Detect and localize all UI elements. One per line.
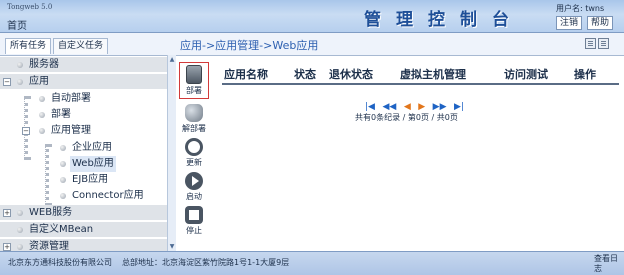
- refresh-button[interactable]: 更新: [179, 138, 209, 168]
- undeploy-label: 解部署: [182, 124, 206, 133]
- deploy-label: 部署: [186, 86, 202, 95]
- tree-item-ejb-app[interactable]: EJB应用: [0, 172, 167, 188]
- tree-item-deploy[interactable]: 部署: [0, 107, 167, 123]
- home-link[interactable]: 首页: [7, 17, 27, 32]
- deploy-button[interactable]: 部署: [179, 62, 209, 99]
- tree-item-connector-app[interactable]: Connector应用: [0, 188, 167, 204]
- node-bullet-icon: [39, 96, 45, 102]
- tree-item-label: Web应用: [70, 156, 116, 172]
- tree-item-web-service[interactable]: + WEB服务: [0, 205, 167, 221]
- undeploy-button[interactable]: 解部署: [179, 104, 209, 134]
- status-bar: 北京东方通科技股份有限公司 总部地址：北京海淀区紫竹院路1号1-1大厦9层 查看…: [0, 251, 624, 275]
- tree-item-auto-deploy[interactable]: 自动部署: [0, 91, 167, 107]
- user-label: 用户名:: [556, 4, 583, 13]
- tree-toggle[interactable]: [3, 61, 11, 69]
- column-header[interactable]: 操作: [574, 66, 596, 82]
- column-header[interactable]: 访问测试: [504, 66, 548, 82]
- task-tabs: 所有任务 自定义任务: [0, 34, 176, 55]
- user-info: 用户名: twns: [556, 3, 604, 14]
- tree-item-label: 自动部署: [51, 93, 91, 104]
- sidebar-scrollbar[interactable]: ▲ ▼: [167, 55, 176, 251]
- start-label: 启动: [186, 192, 202, 201]
- expand-icon[interactable]: +: [3, 209, 11, 217]
- node-bullet-icon: [60, 145, 66, 151]
- stop-label: 停止: [186, 226, 202, 235]
- column-header[interactable]: 状态: [294, 66, 316, 82]
- breadcrumb[interactable]: 应用->应用管理->Web应用: [180, 37, 318, 53]
- collapse-icon[interactable]: −: [3, 78, 11, 86]
- stop-icon: [185, 206, 203, 224]
- help-button[interactable]: 帮助: [587, 16, 614, 30]
- prev-page-icon[interactable]: ◀: [404, 102, 411, 112]
- start-icon: [185, 172, 203, 190]
- tree-item-label: WEB服务: [29, 207, 73, 218]
- refresh-icon: [185, 138, 203, 156]
- tree-item-label: 服务器: [29, 59, 59, 70]
- tree-item-label: 资源管理: [29, 241, 69, 251]
- undeploy-icon: [185, 104, 203, 122]
- company-address: 总部地址：北京海淀区紫竹院路1号1-1大厦9层: [122, 258, 290, 267]
- view-log-link[interactable]: 查看日志: [594, 254, 620, 274]
- node-bullet-icon: [17, 244, 23, 250]
- scroll-down-icon[interactable]: ▼: [168, 242, 176, 251]
- tree-item-label: EJB应用: [72, 174, 109, 185]
- user-name: twns: [585, 4, 605, 13]
- node-bullet-icon: [17, 79, 23, 85]
- tree-item-app-management[interactable]: − 应用管理: [0, 123, 167, 139]
- list-view-icon[interactable]: [598, 38, 609, 49]
- tree-item-app[interactable]: − 应用: [0, 74, 167, 90]
- first-page-icon[interactable]: |◀: [365, 102, 375, 112]
- last-page-icon[interactable]: ▶|: [454, 102, 464, 112]
- node-bullet-icon: [39, 128, 45, 134]
- next-fast-icon[interactable]: ▶▶: [433, 102, 447, 112]
- action-toolbar: 部署 解部署 更新 启动 停止: [176, 56, 212, 251]
- column-header[interactable]: 虚拟主机管理: [400, 66, 466, 82]
- node-bullet-icon: [60, 161, 66, 167]
- view-switcher: [583, 38, 609, 52]
- node-bullet-icon: [17, 62, 23, 68]
- brand-version: Tongweb 5.0: [7, 3, 53, 11]
- start-button[interactable]: 启动: [179, 172, 209, 202]
- node-bullet-icon: [17, 227, 23, 233]
- tree-item-label: 自定义MBean: [29, 224, 94, 235]
- company-name: 北京东方通科技股份有限公司: [8, 258, 112, 267]
- navigation-tree: 服务器 − 应用 自动部署 部署 − 应用管理 企业应用 Web应用 EJB应用…: [0, 55, 167, 251]
- logout-button[interactable]: 注销: [556, 16, 583, 30]
- collapse-icon[interactable]: −: [22, 127, 30, 135]
- next-page-icon[interactable]: ▶: [418, 102, 425, 112]
- tree-item-label: 应用管理: [51, 125, 91, 136]
- tree-item-label: 应用: [29, 76, 49, 87]
- tab-all-tasks[interactable]: 所有任务: [5, 38, 52, 54]
- pagination: |◀ ◀◀ ◀ ▶ ▶▶ ▶|: [363, 99, 466, 112]
- app-table-header: 应用名称 状态 退休状态 虚拟主机管理 访问测试 操作: [222, 63, 619, 85]
- tree-item-web-app[interactable]: Web应用: [0, 156, 167, 172]
- scroll-up-icon[interactable]: ▲: [168, 55, 176, 64]
- deploy-icon: [186, 65, 202, 84]
- tab-custom-tasks[interactable]: 自定义任务: [53, 38, 109, 54]
- page-title: 管理控制台: [364, 10, 524, 30]
- node-bullet-icon: [60, 177, 66, 183]
- pagination-info: 共有0条纪录 / 第0页 / 共0页: [355, 113, 458, 122]
- column-header[interactable]: 退休状态: [329, 66, 373, 82]
- tree-item-server[interactable]: 服务器: [0, 57, 167, 73]
- column-header[interactable]: 应用名称: [224, 66, 268, 82]
- node-bullet-icon: [60, 193, 66, 199]
- prev-fast-icon[interactable]: ◀◀: [382, 102, 396, 112]
- tree-item-enterprise-app[interactable]: 企业应用: [0, 140, 167, 156]
- tree-item-label: 企业应用: [72, 142, 112, 153]
- tree-item-label: 部署: [51, 109, 71, 120]
- tree-item-label: Connector应用: [72, 190, 144, 201]
- node-bullet-icon: [39, 112, 45, 118]
- expand-icon[interactable]: +: [3, 243, 11, 251]
- refresh-label: 更新: [186, 158, 202, 167]
- tree-item-resource-management[interactable]: + 资源管理: [0, 239, 167, 251]
- tree-item-custom-mbean[interactable]: 自定义MBean: [0, 222, 167, 238]
- tree-toggle[interactable]: [3, 226, 11, 234]
- grid-view-icon[interactable]: [585, 38, 596, 49]
- node-bullet-icon: [17, 210, 23, 216]
- top-header: Tongweb 5.0 首页 管理控制台 用户名: twns 注销 帮助: [0, 0, 624, 33]
- stop-button[interactable]: 停止: [179, 206, 209, 236]
